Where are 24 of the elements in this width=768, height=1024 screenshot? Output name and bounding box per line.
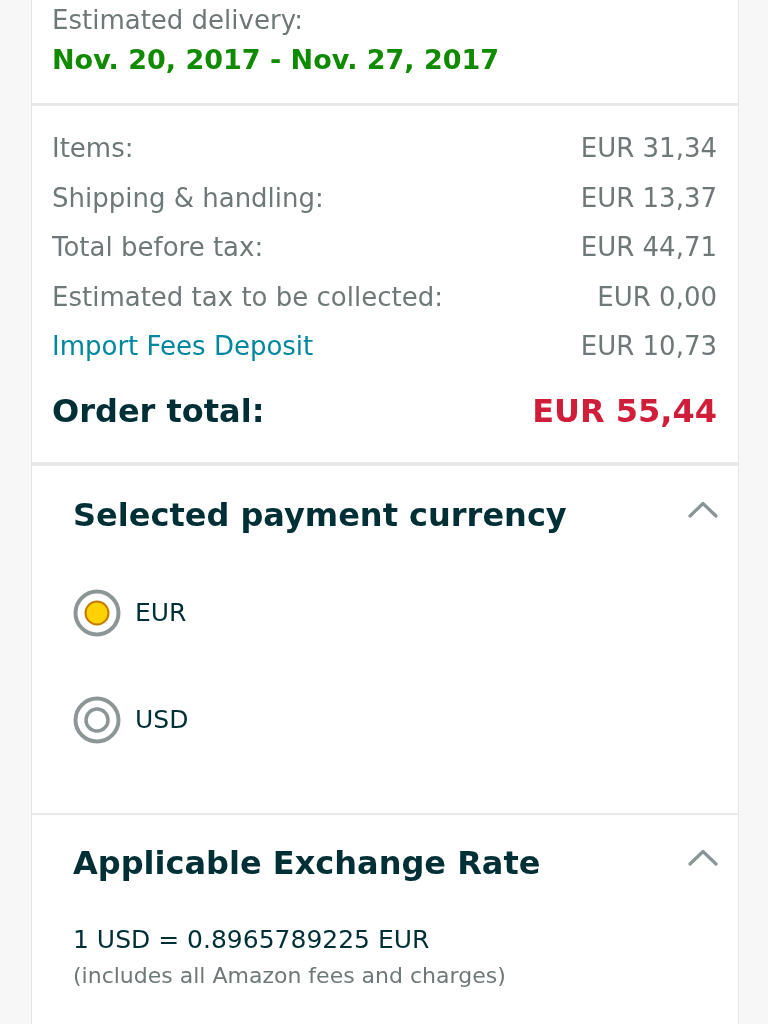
summary-label: Shipping & handling: — [52, 181, 324, 215]
collapse-caret-icon[interactable] — [688, 849, 718, 866]
summary-amount: EUR 0,00 — [597, 280, 717, 314]
section-heading: Selected payment currency — [73, 494, 567, 536]
collapse-caret-icon[interactable] — [688, 501, 718, 518]
order-total-label: Order total: — [52, 390, 265, 432]
radio-button[interactable] — [73, 695, 121, 744]
currency-option-label[interactable]: USD — [135, 705, 189, 734]
summary-amount: EUR 44,71 — [580, 231, 717, 264]
summary-label: Items: — [52, 132, 134, 165]
section-heading: Applicable Exchange Rate — [73, 842, 541, 884]
summary-label: Estimated tax to be collected: — [52, 280, 443, 314]
currency-option-label[interactable]: EUR — [135, 598, 187, 627]
radio-button[interactable] — [73, 588, 121, 637]
summary-amount: EUR 31,34 — [580, 132, 717, 165]
summary-label: Total before tax: — [52, 231, 264, 264]
delivery-date-range: Nov. 20, 2017 - Nov. 27, 2017 — [52, 43, 501, 77]
exchange-rate-note: (includes all Amazon fees and charges) — [73, 961, 507, 990]
exchange-rate-text: 1 USD = 0.8965789225 EUR — [73, 923, 431, 956]
summary-amount: EUR 10,73 — [580, 330, 717, 363]
order-total-amount: EUR 55,44 — [532, 390, 717, 432]
delivery-label: Estimated delivery: — [52, 4, 304, 37]
import-fees-link[interactable]: Import Fees Deposit — [52, 322, 314, 372]
summary-amount: EUR 13,37 — [580, 181, 717, 215]
